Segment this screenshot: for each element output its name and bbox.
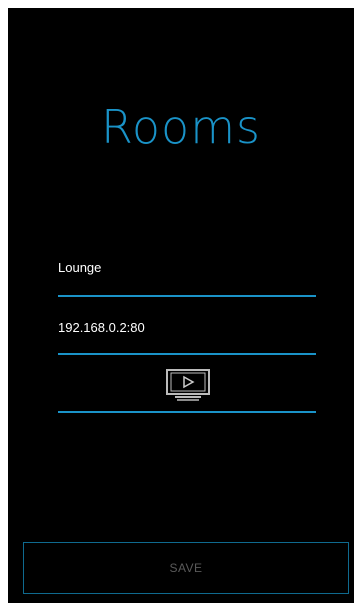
address-field[interactable]: 192.168.0.2:80 [58,320,316,360]
address-value[interactable]: 192.168.0.2:80 [58,320,145,335]
device-field[interactable] [58,368,316,418]
page-title: Rooms [101,100,261,154]
room-name-underline [58,295,316,297]
room-name-field[interactable]: Lounge [58,260,316,300]
save-button[interactable]: SAVE [23,542,349,594]
device-underline [58,411,316,413]
address-underline [58,353,316,355]
room-name-value[interactable]: Lounge [58,260,101,275]
app-screen: Rooms Lounge 192.168.0.2:80 SAVE [8,8,354,603]
tv-play-icon[interactable] [165,368,211,402]
